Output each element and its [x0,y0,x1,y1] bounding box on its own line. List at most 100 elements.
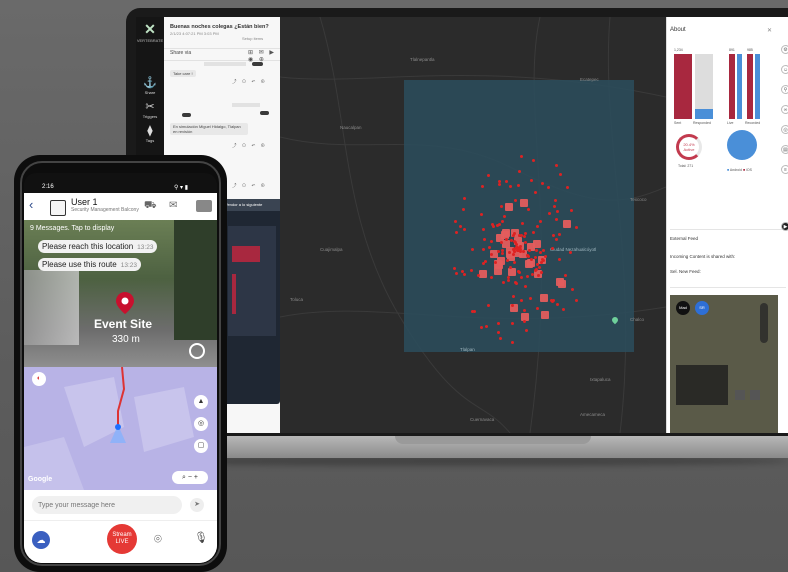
side-pin-icon[interactable]: ⚲ [781,85,788,94]
message-pill-2[interactable]: Please use this route 13:23 [38,258,141,271]
donut-label: Active [683,147,695,152]
zoom-controls[interactable] [760,303,768,343]
ar-camera-view[interactable]: 9 Messages. Tap to display Please reach … [24,220,217,367]
trees [174,220,217,340]
incident-cluster[interactable] [502,228,511,237]
incident-cluster[interactable] [507,267,516,276]
message-actions[interactable]: ⤴ ⊙ ↶ ⊕ [232,79,267,85]
incident-dot [574,299,578,303]
incident-dot [523,234,527,238]
incident-cluster[interactable] [539,294,548,303]
map-control[interactable] [750,390,760,400]
side-play-icon[interactable]: ▶ [781,222,788,231]
side-user-icon[interactable]: ☺ [781,65,788,74]
map-control[interactable] [735,390,745,400]
message-actions[interactable]: ⤴ ⊙ ↶ ⊕ [232,143,267,149]
message-input[interactable] [32,496,182,514]
incident-dot [513,261,517,265]
incident-dot [501,252,505,256]
incident-dot [523,308,527,312]
chat-title: Buenas noches colegas ¿Están bien? [170,24,269,30]
incident-cluster[interactable] [558,280,567,289]
cloud-icon[interactable]: ☁ [32,531,50,549]
compass-icon[interactable]: ◐ [32,372,46,386]
rail-item-triggers[interactable]: ✂ Triggers [136,101,164,119]
overlay-panel: Vendor a lo siguiente [222,199,283,404]
msg-meta [204,62,246,66]
incident-dot [507,278,511,282]
divider [670,229,786,230]
incident-cluster[interactable] [541,311,550,320]
share-tools[interactable]: ⊞ ✉ ▶ ◉ ⊕ [248,49,280,63]
side-gear-icon[interactable]: ⚙ [781,45,788,54]
incident-dot [553,204,557,208]
incident-dot [532,158,536,162]
incident-cluster[interactable] [533,240,542,249]
incident-dot [534,191,538,195]
map-view[interactable]: Tlalnepantla Ecatepec Naucalpan Ciudad N… [280,17,666,433]
incident-cluster[interactable] [562,220,571,229]
event-pin-icon[interactable] [116,292,134,314]
user-name: User 1 [71,197,98,207]
camera-icon[interactable]: ⌾ [154,531,162,547]
bar-live-2 [737,54,742,119]
back-icon[interactable]: ‹ [29,197,33,212]
incident-dot [534,255,538,259]
rail-item-tags[interactable]: ⧫ Tags [136,125,164,143]
car-icon[interactable]: ⛟ [144,200,157,213]
incident-cluster[interactable] [497,256,506,265]
video-icon[interactable] [196,200,212,212]
layers-icon[interactable]: ◎ [194,417,208,431]
incident-dot [502,215,506,219]
bar-label: Responded [693,121,711,125]
incident-dot [564,274,568,278]
status-icons: ⚲ ▾ ▮ [174,185,189,191]
target-icon[interactable] [189,343,205,359]
chat-bubble-icon[interactable]: ▢ [194,439,208,453]
incident-dot [548,212,552,216]
incident-dot [529,179,533,183]
bar-responded [695,109,713,119]
message-pill-1[interactable]: Please reach this location 13:23 [38,240,158,253]
incident-dot [557,257,561,261]
incident-cluster[interactable] [504,203,513,212]
zoom-control[interactable]: ⌕ − + [172,471,208,484]
incident-cluster[interactable] [479,270,488,279]
feed-thumbnail[interactable]: Mad SR [670,295,778,433]
incident-dot [500,204,504,208]
send-icon[interactable]: ➤ [190,498,204,512]
share-icon: ⚓ [143,77,157,89]
close-icon[interactable]: ✕ [767,27,772,34]
rail-item-share[interactable]: ⚓ Share [136,77,164,95]
mad-button[interactable]: Mad [676,301,690,315]
route-map[interactable]: ◐ ▲ ◎ ▢ ⌕ − + Google [24,367,217,490]
incident-cluster[interactable] [525,259,534,268]
avatar[interactable] [50,200,66,216]
side-cam-icon[interactable]: ◎ [781,125,788,134]
side-list-icon[interactable]: ≡ [781,165,788,174]
bar-label: Live [727,121,734,125]
chat-icon[interactable]: ✉ [169,200,177,211]
incident-cluster[interactable] [519,198,528,207]
incident-dot [523,285,527,289]
chat-message-2: En simulación Miguel Hidalgo, Tlalpan en… [170,123,248,135]
wall [24,270,79,345]
incident-dot [509,185,513,189]
side-chart-icon[interactable]: ▤ [781,145,788,154]
navigate-icon[interactable]: ▲ [194,395,208,409]
incident-dot [534,268,538,272]
sr-button[interactable]: SR [695,301,709,315]
stream-live-button[interactable]: Stream LIVE [107,524,137,554]
bar-live [729,54,735,119]
incident-dot [554,217,558,221]
messages-count[interactable]: 9 Messages. Tap to display [30,225,114,232]
microphone-icon[interactable]: 🎙 [194,531,208,544]
side-link-icon[interactable]: ∞ [781,105,788,114]
event-name: Event Site [94,317,153,331]
incident-dot [510,238,514,242]
message-actions[interactable]: ⤴ ⊙ ↶ ⊕ [232,183,267,189]
tags-icon: ⧫ [147,125,153,137]
incident-dot [499,240,503,244]
incident-dot [527,208,531,212]
incident-dot [562,308,566,312]
